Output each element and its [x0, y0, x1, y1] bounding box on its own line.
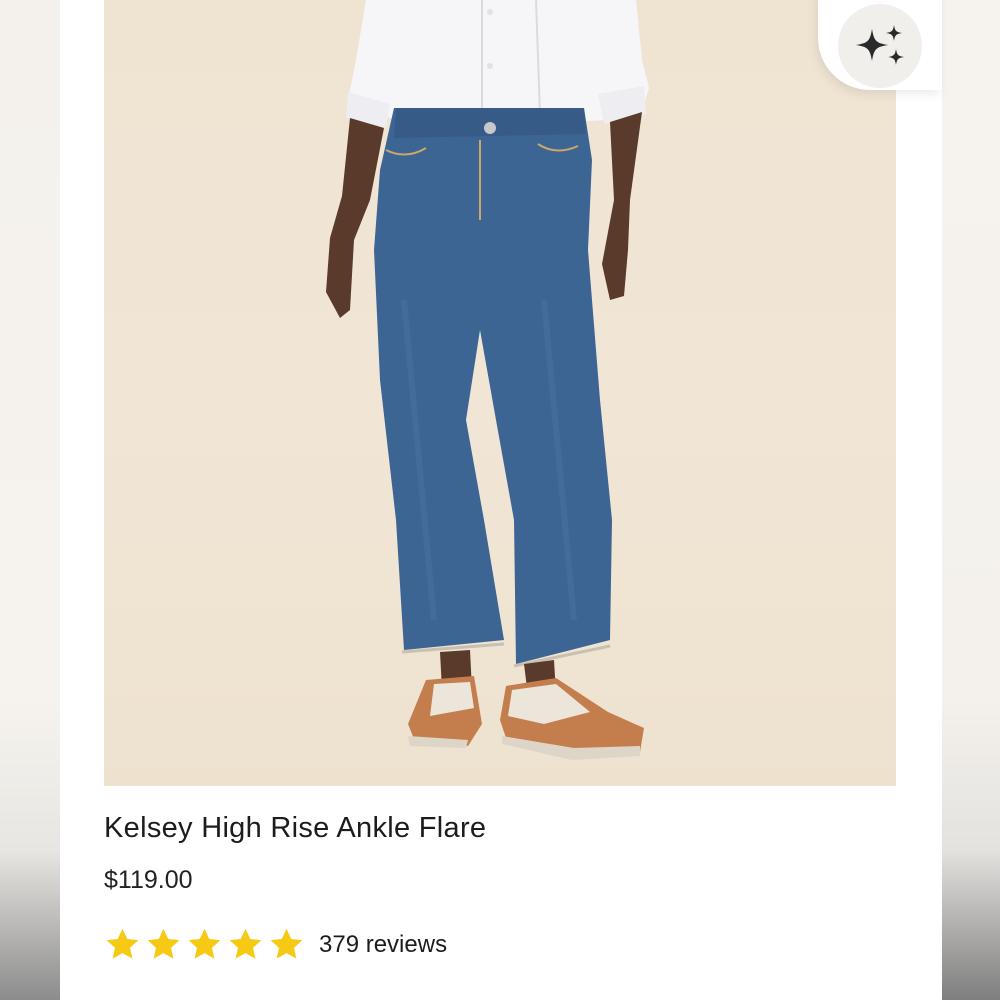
product-price: $119.00 — [104, 866, 193, 894]
star-icon — [188, 928, 221, 959]
left-arm — [326, 118, 384, 318]
product-image[interactable] — [104, 0, 896, 786]
product-card[interactable]: Kelsey High Rise Ankle Flare $119.00 379… — [60, 0, 942, 1000]
ai-assistant-button-inner[interactable] — [838, 4, 922, 88]
star-rating — [104, 926, 305, 963]
reviews-count[interactable]: 379 reviews — [319, 931, 447, 959]
star-icon — [229, 928, 262, 959]
sparkles-icon — [856, 25, 904, 65]
right-arm — [602, 112, 642, 300]
star-icon — [270, 928, 303, 959]
background-left-strip — [0, 0, 60, 1000]
product-page: Kelsey High Rise Ankle Flare $119.00 379… — [0, 0, 1000, 1000]
star-icon — [147, 928, 180, 959]
ai-assistant-button[interactable] — [818, 0, 942, 90]
product-rating[interactable]: 379 reviews — [104, 926, 447, 963]
product-title[interactable]: Kelsey High Rise Ankle Flare — [104, 812, 486, 845]
background-right-strip — [940, 0, 1000, 1000]
star-icon — [106, 928, 139, 959]
